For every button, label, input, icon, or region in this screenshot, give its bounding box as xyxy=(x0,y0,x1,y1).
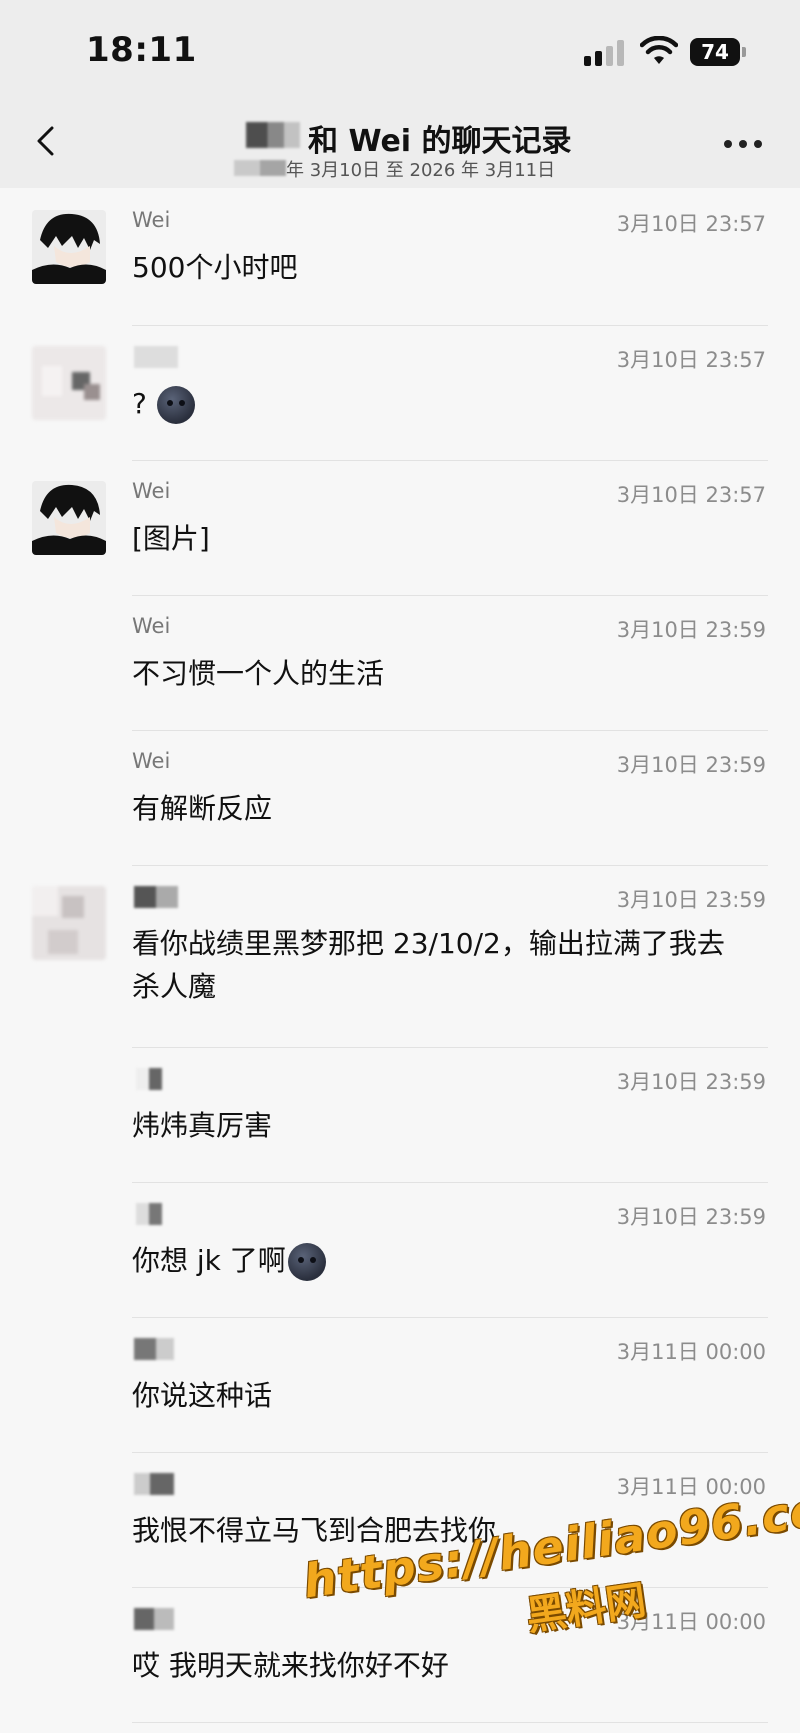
redacted-sender xyxy=(134,346,178,368)
nav-title-area: 和 Wei 的聊天记录 年 3月10日 至 2026 年 3月11日 xyxy=(230,108,590,181)
redacted-sender xyxy=(134,1608,174,1630)
message-list: Wei 3月10日 23:57 500个小时吧 3月10日 23:57 ? We… xyxy=(0,190,800,1723)
nav-bar: 和 Wei 的聊天记录 年 3月10日 至 2026 年 3月11日 xyxy=(0,100,800,188)
message-time: 3月10日 23:57 xyxy=(616,348,766,372)
battery-tip xyxy=(742,47,746,57)
message-text: 炜炜真厉害 xyxy=(132,1109,273,1142)
message-text: 有解断反应 xyxy=(132,792,273,825)
list-item: 3月10日 23:59 你想 jk 了啊 xyxy=(0,1183,800,1318)
message-text: 500个小时吧 xyxy=(132,251,298,284)
list-item: Wei 3月10日 23:59 不习惯一个人的生活 xyxy=(0,596,800,731)
status-time: 18:11 xyxy=(86,30,197,70)
list-item: 3月10日 23:59 炜炜真厉害 xyxy=(0,1048,800,1183)
redacted-sender xyxy=(134,1473,174,1495)
list-item: 3月10日 23:59 看你战绩里黑梦那把 23/10/2，输出拉满了我去 杀人… xyxy=(0,866,800,1048)
image-placeholder-text[interactable]: [图片] xyxy=(132,517,752,560)
dark-face-emoji-icon xyxy=(287,1243,326,1281)
redacted-sender xyxy=(134,1338,174,1360)
message-text-content: 你想 jk 了啊 xyxy=(132,1244,286,1277)
date-range: 年 3月10日 至 2026 年 3月11日 xyxy=(286,160,556,181)
divider xyxy=(132,1722,768,1723)
message-time: 3月10日 23:59 xyxy=(616,1205,766,1229)
message-text: 你想 jk 了啊 xyxy=(132,1239,752,1282)
avatar[interactable] xyxy=(32,886,106,960)
list-item: 3月10日 23:57 ? xyxy=(0,326,800,461)
sender-name: Wei xyxy=(132,749,171,773)
cellular-signal-icon xyxy=(584,38,624,66)
anime-avatar-icon xyxy=(32,210,106,284)
sender-name: Wei xyxy=(132,208,171,232)
redacted-sender xyxy=(134,886,178,908)
sender-name: Wei xyxy=(132,479,171,503)
message-text: 你说这种话 xyxy=(132,1379,273,1412)
redacted-avatar-icon xyxy=(32,346,106,420)
message-time: 3月11日 00:00 xyxy=(616,1340,766,1364)
sender-name: Wei xyxy=(132,614,171,638)
message-time: 3月10日 23:59 xyxy=(616,888,766,912)
avatar[interactable] xyxy=(32,481,106,555)
dark-face-emoji-icon xyxy=(156,386,195,424)
redacted-sender xyxy=(136,1068,162,1090)
back-button[interactable] xyxy=(28,118,68,164)
wifi-icon xyxy=(640,36,678,64)
redacted-sender xyxy=(136,1203,162,1225)
list-item: Wei 3月10日 23:59 有解断反应 xyxy=(0,731,800,866)
page-title: 和 Wei 的聊天记录 xyxy=(308,124,572,159)
anime-avatar-icon xyxy=(32,481,106,555)
redacted-avatar-icon xyxy=(32,886,106,960)
list-item: Wei 3月10日 23:57 500个小时吧 xyxy=(0,190,800,326)
message-text: 看你战绩里黑梦那把 23/10/2，输出拉满了我去 杀人魔 xyxy=(132,927,725,1003)
chevron-left-icon xyxy=(37,126,54,156)
more-options-button[interactable] xyxy=(724,138,764,150)
avatar[interactable] xyxy=(32,346,106,420)
redacted-date xyxy=(234,160,286,176)
redacted-contact-name xyxy=(246,122,300,148)
message-time: 3月10日 23:57 xyxy=(616,212,766,236)
list-item: Wei 3月10日 23:57 [图片] xyxy=(0,461,800,596)
message-text: ? xyxy=(132,382,752,425)
avatar[interactable] xyxy=(32,210,106,284)
message-time: 3月10日 23:59 xyxy=(616,618,766,642)
battery-icon: 74 xyxy=(690,38,740,66)
message-time: 3月10日 23:59 xyxy=(616,753,766,777)
status-bar: 18:11 74 xyxy=(0,0,800,100)
message-text-content: ? xyxy=(132,387,147,420)
more-icon xyxy=(724,140,732,148)
message-time: 3月10日 23:57 xyxy=(616,483,766,507)
message-text: 不习惯一个人的生活 xyxy=(132,657,385,690)
message-time: 3月10日 23:59 xyxy=(616,1070,766,1094)
list-item: 3月11日 00:00 你说这种话 xyxy=(0,1318,800,1453)
